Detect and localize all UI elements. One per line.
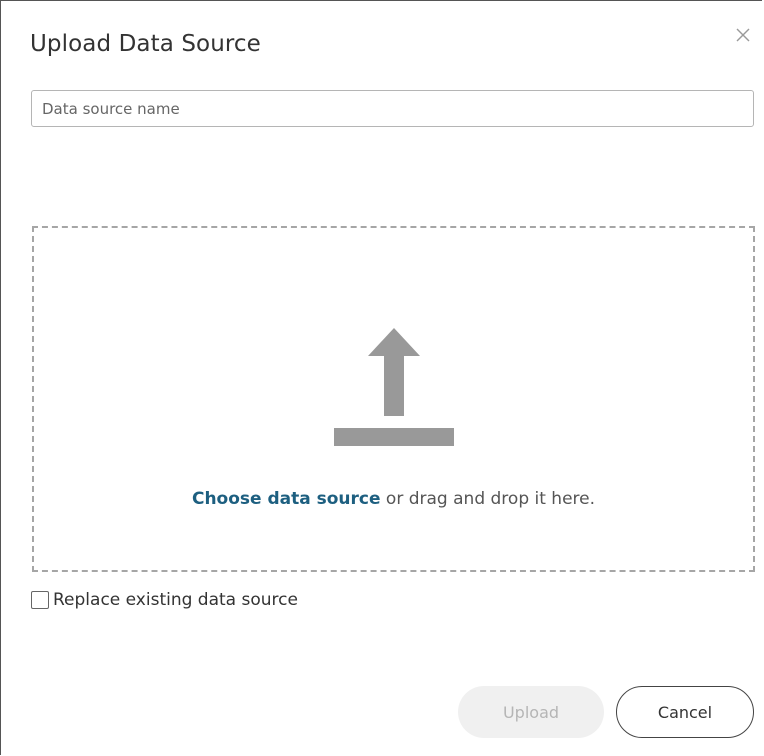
- close-icon: [736, 28, 750, 42]
- drag-drop-text: or drag and drop it here.: [380, 489, 596, 509]
- replace-existing-option[interactable]: Replace existing data source: [31, 589, 298, 611]
- upload-data-source-dialog: Upload Data Source Choose data source or…: [0, 0, 762, 755]
- upload-arrow-icon: [334, 328, 454, 446]
- replace-existing-label: Replace existing data source: [53, 590, 298, 610]
- upload-button[interactable]: Upload: [458, 686, 604, 738]
- cancel-button[interactable]: Cancel: [616, 686, 754, 738]
- replace-existing-checkbox[interactable]: [31, 591, 49, 609]
- dropzone-instruction: Choose data source or drag and drop it h…: [34, 489, 753, 509]
- data-source-name-input[interactable]: [31, 90, 754, 127]
- file-dropzone[interactable]: Choose data source or drag and drop it h…: [32, 226, 755, 572]
- choose-data-source-link[interactable]: Choose data source: [192, 489, 381, 509]
- close-button[interactable]: [731, 23, 755, 47]
- dialog-title: Upload Data Source: [30, 31, 261, 57]
